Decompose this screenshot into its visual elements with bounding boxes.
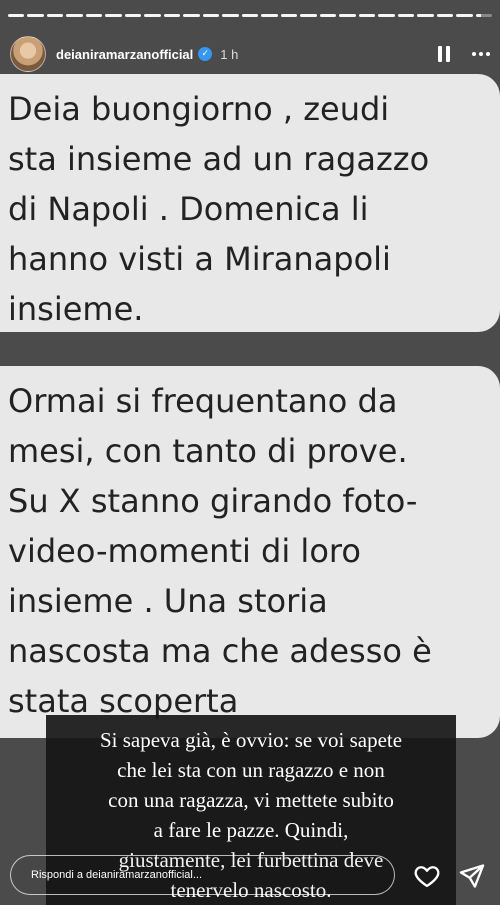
progress-segment [456,14,473,17]
message-line: Deia buongiorno , zeudi [8,90,390,128]
caption-line: a fare le pazze. Quindi, [153,818,349,842]
pause-icon[interactable] [438,46,452,62]
username[interactable]: deianiramarzanofficial [56,47,193,62]
progress-segment [222,14,239,17]
progress-segment [124,14,142,17]
message-line: di Napoli . Domenica li [8,190,369,228]
progress-segment [105,14,122,17]
heart-icon[interactable] [413,862,441,890]
caption-line: che lei sta con un ragazzo e non [117,758,385,782]
progress-segment [183,14,200,17]
reply-placeholder: Rispondi a deianiramarzanofficial... [31,869,202,881]
message-card-2: Ormai si frequentano da mesi, con tanto … [0,366,500,738]
send-icon[interactable] [458,862,486,890]
message-line: hanno visti a Miranapoli [8,240,391,278]
progress-segment [339,14,356,17]
progress-segment [46,14,64,17]
progress-segment [163,14,181,17]
progress-segment [358,14,376,17]
progress-segment [241,14,259,17]
more-options-icon[interactable] [472,52,490,56]
progress-segment [300,14,317,17]
post-time: 1 h [220,46,239,62]
progress-segment [378,14,395,17]
progress-segment [8,14,25,17]
message-line: insieme. [8,290,144,328]
progress-segment [397,14,415,17]
message-line: insieme . Una storia [8,582,328,620]
progress-segment [319,14,337,17]
progress-segment [202,14,220,17]
message-line: Su X stanno girando foto- [8,482,418,520]
message-line: Ormai si frequentano da [8,382,398,420]
message-line: sta insieme ad un ragazzo [8,140,430,178]
story-viewer[interactable]: deianiramarzanofficial ✓ 1 h Deia buongi… [0,0,500,905]
caption-line: con una ragazza, vi mettete subito [108,788,394,812]
progress-segment [27,14,44,17]
progress-segment [85,14,103,17]
progress-segment [144,14,161,17]
reply-input[interactable]: Rispondi a deianiramarzanofficial... [10,855,395,895]
verified-badge-icon: ✓ [198,47,213,61]
progress-segment [417,14,434,17]
story-header: deianiramarzanofficial ✓ 1 h [10,34,490,74]
message-line: nascosta ma che adesso è [8,632,432,670]
story-progress-bar [8,14,493,17]
progress-segment [280,14,298,17]
caption-line: Si sapeva già, è ovvio: se voi sapete [99,728,403,752]
progress-segment [475,14,493,17]
progress-segment [66,14,83,17]
message-line: video-momenti di loro [8,532,361,570]
header-controls [438,46,490,62]
progress-segment [436,14,454,17]
avatar[interactable] [10,36,46,72]
message-line: mesi, con tanto di prove. [8,432,408,470]
message-card-1: Deia buongiorno , zeudi sta insieme ad u… [0,74,500,332]
progress-segment [261,14,278,17]
